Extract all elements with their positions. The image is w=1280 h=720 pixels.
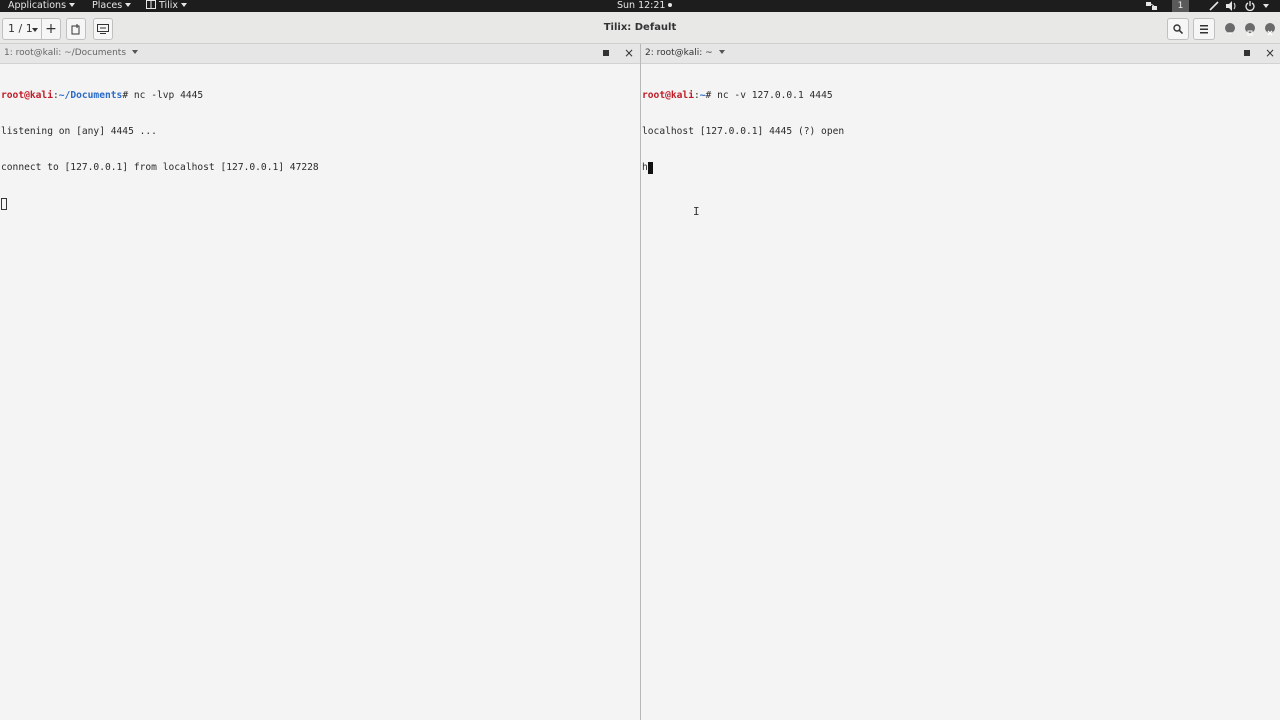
hamburger-menu-button[interactable] bbox=[1193, 18, 1215, 40]
chevron-down-icon bbox=[125, 3, 132, 7]
hamburger-icon bbox=[1200, 25, 1208, 34]
network-icon[interactable] bbox=[1146, 1, 1157, 11]
session-switcher-button[interactable]: 1 / 1 bbox=[2, 18, 42, 40]
maximize-button[interactable] bbox=[1245, 23, 1255, 36]
terminal-pane-2[interactable]: 2: root@kali: ~ × root@kali:~# nc -v 127… bbox=[641, 44, 1280, 720]
chevron-down-icon bbox=[718, 50, 725, 54]
app-menu[interactable]: Tilix bbox=[146, 0, 188, 12]
tilix-app-icon bbox=[146, 0, 156, 9]
close-pane-icon[interactable]: × bbox=[624, 45, 634, 61]
prompt-user: root@kali bbox=[1, 90, 53, 101]
text-cursor-icon: I bbox=[693, 205, 700, 218]
chevron-down-icon bbox=[69, 3, 76, 7]
power-icon[interactable] bbox=[1245, 1, 1255, 11]
session-save-button[interactable] bbox=[93, 18, 113, 40]
add-session-button[interactable]: + bbox=[41, 18, 61, 40]
terminal-pane-1[interactable]: 1: root@kali: ~/Documents × root@kali:~/… bbox=[0, 44, 640, 720]
pane-title: 2: root@kali: ~ bbox=[645, 48, 713, 58]
minimize-icon bbox=[1228, 32, 1232, 34]
terminal-cursor bbox=[1, 198, 7, 210]
minimize-button[interactable] bbox=[1225, 23, 1235, 34]
search-button[interactable] bbox=[1167, 18, 1189, 40]
close-window-button[interactable] bbox=[1265, 23, 1275, 36]
terminal-line: root@kali:~# nc -v 127.0.0.1 4445 bbox=[642, 90, 1280, 102]
search-icon bbox=[1173, 24, 1184, 35]
maximize-pane-icon[interactable] bbox=[1244, 50, 1250, 56]
clock-label: Sun 12:21 bbox=[617, 0, 666, 11]
pane-title: 1: root@kali: ~/Documents bbox=[4, 48, 127, 58]
new-window-icon bbox=[71, 24, 80, 35]
pane-title-bar[interactable]: 2: root@kali: ~ × bbox=[641, 44, 1280, 64]
maximize-pane-icon[interactable] bbox=[603, 50, 609, 56]
chevron-down-icon bbox=[32, 28, 38, 32]
new-window-button[interactable] bbox=[66, 18, 86, 40]
app-menu-label: Tilix bbox=[159, 0, 179, 11]
terminal-cursor bbox=[647, 162, 653, 174]
volume-icon[interactable] bbox=[1226, 1, 1238, 11]
pane-title-bar[interactable]: 1: root@kali: ~/Documents × bbox=[0, 44, 640, 64]
close-icon bbox=[1267, 30, 1273, 36]
terminal-line: h bbox=[642, 162, 1280, 174]
save-session-icon bbox=[97, 24, 109, 34]
system-menu-chevron-icon[interactable] bbox=[1263, 4, 1269, 8]
applications-label: Applications bbox=[8, 0, 67, 11]
terminal-line bbox=[1, 198, 640, 210]
session-count: 1 / 1 bbox=[8, 22, 33, 35]
places-label: Places bbox=[92, 0, 123, 11]
terminal-line: localhost [127.0.0.1] 4445 (?) open bbox=[642, 126, 845, 137]
chevron-down-icon bbox=[132, 50, 139, 54]
terminal-line: root@kali:~/Documents# nc -lvp 4445 bbox=[1, 90, 640, 102]
applications-menu[interactable]: Applications bbox=[8, 0, 76, 12]
tilix-header-bar: Tilix: Default 1 / 1 + bbox=[0, 12, 1280, 44]
gnome-top-bar: Applications Places Tilix Sun 12:21 1 bbox=[0, 0, 1280, 12]
maximize-icon bbox=[1247, 30, 1253, 36]
prompt-path: ~/Documents bbox=[58, 90, 123, 101]
terminal-output[interactable]: root@kali:~/Documents# nc -lvp 4445 list… bbox=[1, 66, 640, 720]
terminal-output[interactable]: root@kali:~# nc -v 127.0.0.1 4445 localh… bbox=[642, 66, 1280, 720]
notification-dot-icon bbox=[668, 3, 673, 7]
pen-icon[interactable] bbox=[1209, 1, 1219, 11]
terminal-line: connect to [127.0.0.1] from localhost [1… bbox=[1, 162, 319, 173]
command-text: # nc -lvp 4445 bbox=[122, 90, 204, 101]
prompt-user: root@kali bbox=[642, 90, 694, 101]
command-text: # nc -v 127.0.0.1 4445 bbox=[705, 90, 833, 101]
places-menu[interactable]: Places bbox=[92, 0, 132, 12]
close-pane-icon[interactable]: × bbox=[1265, 45, 1275, 61]
terminal-line: listening on [any] 4445 ... bbox=[1, 126, 157, 137]
clock[interactable]: Sun 12:21 bbox=[617, 0, 673, 12]
window-title: Tilix: Default bbox=[603, 22, 677, 33]
chevron-down-icon bbox=[181, 3, 188, 7]
workspace-indicator[interactable]: 1 bbox=[1172, 0, 1189, 12]
